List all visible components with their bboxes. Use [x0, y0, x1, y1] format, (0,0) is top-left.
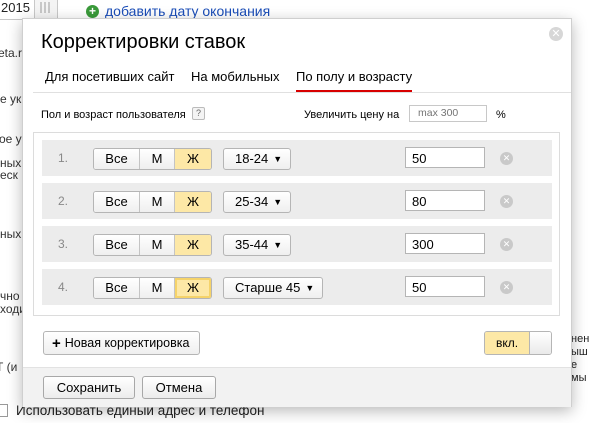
- toggle-knob: [529, 332, 551, 354]
- bg-fragment: мы: [571, 372, 587, 384]
- cancel-button[interactable]: Отмена: [142, 376, 216, 399]
- bg-fragment: ое у: [0, 132, 22, 146]
- tab-site-visitors[interactable]: Для посетивших сайт: [45, 69, 174, 84]
- gender-male-button[interactable]: М: [140, 278, 175, 298]
- toggle-label: вкл.: [485, 332, 529, 354]
- gender-selector: Все М Ж: [93, 277, 212, 299]
- bg-fragment: нен: [571, 333, 590, 345]
- row-number: 3.: [58, 237, 69, 251]
- bg-fragment: Т (и: [0, 360, 18, 374]
- gender-female-button[interactable]: Ж: [175, 278, 211, 298]
- remove-row-icon[interactable]: ✕: [500, 195, 513, 208]
- calendar-icon[interactable]: [34, 0, 58, 20]
- gender-male-button[interactable]: М: [140, 235, 175, 255]
- bg-fragment: eta.r: [0, 46, 23, 60]
- adjustment-row: 3. Все М Ж 35-44 ▼ 300 ✕: [42, 226, 552, 262]
- save-button[interactable]: Сохранить: [43, 376, 135, 399]
- increase-price-input[interactable]: [409, 105, 487, 122]
- adjustment-row: 2. Все М Ж 25-34 ▼ 80 ✕: [42, 183, 552, 219]
- close-icon[interactable]: ✕: [549, 27, 563, 41]
- gender-female-button[interactable]: Ж: [175, 235, 211, 255]
- new-adjustment-button[interactable]: + Новая корректировка: [43, 331, 201, 355]
- add-end-date-label: добавить дату окончания: [105, 3, 271, 19]
- age-dropdown[interactable]: 25-34 ▼: [223, 191, 292, 213]
- plus-icon: +: [52, 335, 61, 352]
- chevron-down-icon: ▼: [273, 197, 283, 207]
- bg-fragment: ыш: [571, 346, 588, 358]
- percent-input[interactable]: 50: [405, 276, 485, 297]
- gender-all-button[interactable]: Все: [94, 278, 140, 298]
- new-adjustment-label: Новая корректировка: [64, 336, 190, 350]
- row-number: 1.: [58, 151, 69, 165]
- gender-all-button[interactable]: Все: [94, 235, 140, 255]
- chevron-down-icon: ▼: [273, 154, 283, 164]
- chevron-down-icon: ▼: [305, 283, 315, 293]
- gender-male-button[interactable]: М: [140, 192, 175, 212]
- plus-circle-icon: +: [86, 5, 99, 18]
- age-dropdown[interactable]: Старше 45 ▼: [223, 277, 324, 299]
- percent-sign: %: [496, 109, 506, 121]
- gender-male-button[interactable]: М: [140, 149, 175, 169]
- row-number: 2.: [58, 194, 69, 208]
- adjustments-list: 1. Все М Ж 18-24 ▼ 50 ✕ 2. Все М Ж 25-34 ▼…: [33, 132, 560, 316]
- remove-row-icon[interactable]: ✕: [500, 238, 513, 251]
- unified-address-checkbox[interactable]: [0, 404, 8, 417]
- age-dropdown[interactable]: 18-24 ▼: [223, 148, 292, 170]
- bid-adjustments-dialog: Корректировки ставок ✕ Для посетивших са…: [22, 18, 572, 407]
- percent-input[interactable]: 80: [405, 190, 485, 211]
- adjustment-row: 4. Все М Ж Старше 45 ▼ 50 ✕: [42, 269, 552, 305]
- gender-female-button[interactable]: Ж: [175, 192, 211, 212]
- enable-toggle[interactable]: вкл.: [484, 331, 552, 355]
- age-value: 25-34: [235, 194, 269, 209]
- age-value: Старше 45: [235, 280, 301, 295]
- adjustment-row: 1. Все М Ж 18-24 ▼ 50 ✕: [42, 140, 552, 176]
- dialog-footer: Сохранить Отмена: [23, 367, 571, 407]
- bg-fragment: еск: [0, 168, 18, 182]
- tabs-divider: [33, 92, 571, 93]
- gender-selector: Все М Ж: [93, 234, 212, 256]
- help-icon[interactable]: ?: [192, 107, 205, 120]
- params-header: Пол и возраст пользователя ? Увеличить ц…: [41, 105, 553, 125]
- gender-all-button[interactable]: Все: [94, 192, 140, 212]
- remove-row-icon[interactable]: ✕: [500, 152, 513, 165]
- bg-fragment: ных: [0, 227, 22, 241]
- bg-fragment: е ук: [0, 92, 22, 106]
- age-value: 35-44: [235, 237, 269, 252]
- age-dropdown[interactable]: 35-44 ▼: [223, 234, 292, 256]
- gender-selector: Все М Ж: [93, 191, 212, 213]
- add-end-date-link[interactable]: + добавить дату окончания: [86, 3, 270, 19]
- increase-price-label: Увеличить цену на: [304, 109, 400, 121]
- gender-all-button[interactable]: Все: [94, 149, 140, 169]
- percent-input[interactable]: 50: [405, 147, 485, 168]
- dialog-title: Корректировки ставок: [41, 31, 246, 53]
- tab-mobile[interactable]: На мобильных: [191, 69, 280, 84]
- gender-selector: Все М Ж: [93, 148, 212, 170]
- gender-age-label: Пол и возраст пользователя: [41, 109, 186, 121]
- gender-female-button[interactable]: Ж: [175, 149, 211, 169]
- row-number: 4.: [58, 280, 69, 294]
- chevron-down-icon: ▼: [273, 240, 283, 250]
- percent-input[interactable]: 300: [405, 233, 485, 254]
- tab-gender-age[interactable]: По полу и возрасту: [296, 69, 413, 92]
- bg-fragment: чно: [0, 289, 20, 303]
- end-date-field[interactable]: 2015: [0, 0, 36, 20]
- age-value: 18-24: [235, 151, 269, 166]
- remove-row-icon[interactable]: ✕: [500, 281, 513, 294]
